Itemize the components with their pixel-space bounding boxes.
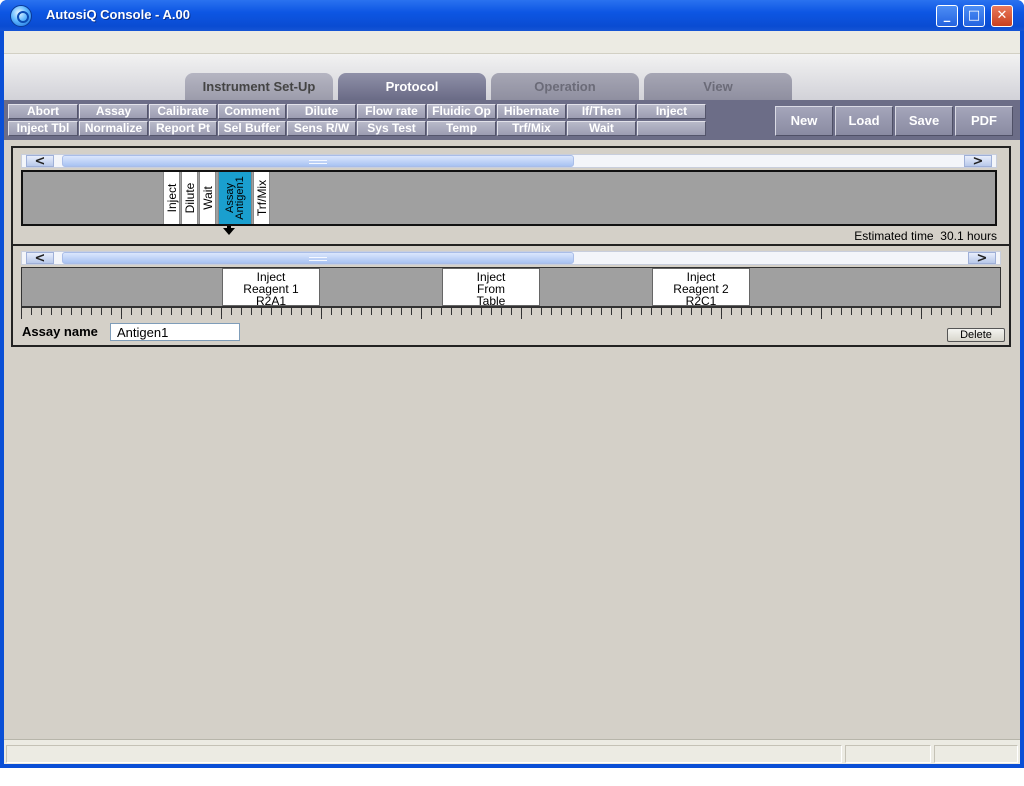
assay-scrollbar[interactable]: < >	[21, 251, 1001, 265]
maximize-icon: □	[967, 8, 981, 23]
trf-mix-button[interactable]: Trf/Mix	[497, 121, 566, 136]
step-label: Inject	[164, 183, 179, 213]
protocol-step-assay-antigen1[interactable]: Assay Antigen1	[218, 172, 252, 224]
wait-button[interactable]: Wait	[567, 121, 636, 136]
hibernate-button[interactable]: Hibernate	[497, 104, 566, 119]
scroll-left-button[interactable]: <	[26, 155, 54, 168]
protocol-timeline[interactable]: Inject Dilute Wait Assay Antigen1 Trf/Mi…	[21, 170, 997, 226]
tab-view[interactable]: View	[644, 73, 792, 100]
menu-bar	[4, 31, 1020, 54]
delete-button[interactable]: Delete	[947, 328, 1005, 342]
assay-name-input[interactable]: Antigen1	[110, 323, 240, 341]
scroll-left-button[interactable]: <	[26, 252, 54, 265]
maximize-button[interactable]: □	[963, 5, 985, 27]
protocol-step-inject[interactable]: Inject	[163, 172, 180, 224]
close-icon: ✕	[996, 8, 1008, 23]
flow-rate-button[interactable]: Flow rate	[357, 104, 426, 119]
app-logo-icon	[10, 5, 32, 27]
minimize-icon: _	[943, 8, 951, 23]
protocol-scrollbar[interactable]: < >	[21, 154, 997, 168]
assay-step-inject-reagent-2[interactable]: Inject Reagent 2 R2C1	[652, 268, 750, 306]
assay-timeline[interactable]: Inject Reagent 1 R2A1 Inject From Table …	[21, 267, 1001, 307]
step-line: R2C1	[685, 294, 717, 306]
save-button[interactable]: Save	[895, 106, 953, 136]
step-line: R2A1	[255, 294, 287, 306]
scroll-right-button[interactable]: >	[968, 252, 996, 265]
empty-toolbar-slot	[637, 121, 706, 136]
abort-button[interactable]: Abort	[8, 104, 78, 119]
time-ruler-major-ticks	[21, 307, 1001, 319]
tab-protocol[interactable]: Protocol	[338, 73, 486, 100]
assay-step-inject-reagent-1[interactable]: Inject Reagent 1 R2A1	[222, 268, 320, 306]
protocol-panel: < > Inject Dilute Wait Assay Antigen1 Tr…	[11, 146, 1011, 246]
window-title: AutosiQ Console - A.00	[46, 7, 190, 22]
temp-button[interactable]: Temp	[427, 121, 496, 136]
new-button[interactable]: New	[775, 106, 833, 136]
step-line: Table	[476, 294, 506, 306]
sens-rw-button[interactable]: Sens R/W	[287, 121, 356, 136]
app-window: AutosiQ Console - A.00 _ □ ✕ Instrument …	[0, 0, 1024, 768]
grip-icon	[309, 160, 327, 164]
client-area: Instrument Set-Up Protocol Operation Vie…	[4, 31, 1020, 764]
minimize-button[interactable]: _	[936, 5, 958, 27]
step-label: Assay Antigen1	[224, 176, 246, 220]
if-then-button[interactable]: If/Then	[567, 104, 636, 119]
status-bar	[4, 739, 1020, 764]
calibrate-button[interactable]: Calibrate	[149, 104, 217, 119]
title-bar[interactable]: AutosiQ Console - A.00 _ □ ✕	[0, 0, 1024, 31]
assay-panel: < > Inject Reagent 1 R2A1 Inject From Ta…	[11, 246, 1011, 347]
grip-icon	[309, 257, 327, 261]
step-label: Dilute	[182, 182, 197, 214]
tab-operation[interactable]: Operation	[491, 73, 639, 100]
protocol-step-wait[interactable]: Wait	[199, 172, 216, 224]
pdf-button[interactable]: PDF	[955, 106, 1013, 136]
step-label: Trf/Mix	[254, 179, 269, 217]
load-button[interactable]: Load	[835, 106, 893, 136]
scroll-thumb[interactable]	[62, 252, 574, 264]
tab-instrument-setup[interactable]: Instrument Set-Up	[185, 73, 333, 100]
close-button[interactable]: ✕	[991, 5, 1013, 27]
estimated-time-label: Estimated time	[854, 229, 934, 243]
assay-button[interactable]: Assay	[79, 104, 148, 119]
sel-buffer-button[interactable]: Sel Buffer	[218, 121, 286, 136]
inject-button[interactable]: Inject	[637, 104, 706, 119]
down-arrow-icon	[223, 228, 235, 235]
fluidic-op-button[interactable]: Fluidic Op	[427, 104, 496, 119]
protocol-step-dilute[interactable]: Dilute	[181, 172, 198, 224]
assay-step-inject-from-table[interactable]: Inject From Table	[442, 268, 540, 306]
assay-name-label: Assay name	[22, 324, 98, 339]
report-pt-button[interactable]: Report Pt	[149, 121, 217, 136]
status-cell-2	[845, 745, 931, 763]
scroll-right-button[interactable]: >	[964, 155, 992, 168]
estimated-time: Estimated time 30.1 hours	[854, 229, 997, 243]
scroll-thumb[interactable]	[62, 155, 574, 167]
step-label: Wait	[200, 186, 215, 210]
inject-tbl-button[interactable]: Inject Tbl	[8, 121, 78, 136]
dilute-button[interactable]: Dilute	[287, 104, 356, 119]
normalize-button[interactable]: Normalize	[79, 121, 148, 136]
protocol-step-trf-mix[interactable]: Trf/Mix	[253, 172, 270, 224]
estimated-time-value: 30.1 hours	[940, 229, 997, 243]
status-cell-3	[934, 745, 1018, 763]
comment-button[interactable]: Comment	[218, 104, 286, 119]
sys-test-button[interactable]: Sys Test	[357, 121, 426, 136]
status-cell-main	[6, 745, 842, 763]
